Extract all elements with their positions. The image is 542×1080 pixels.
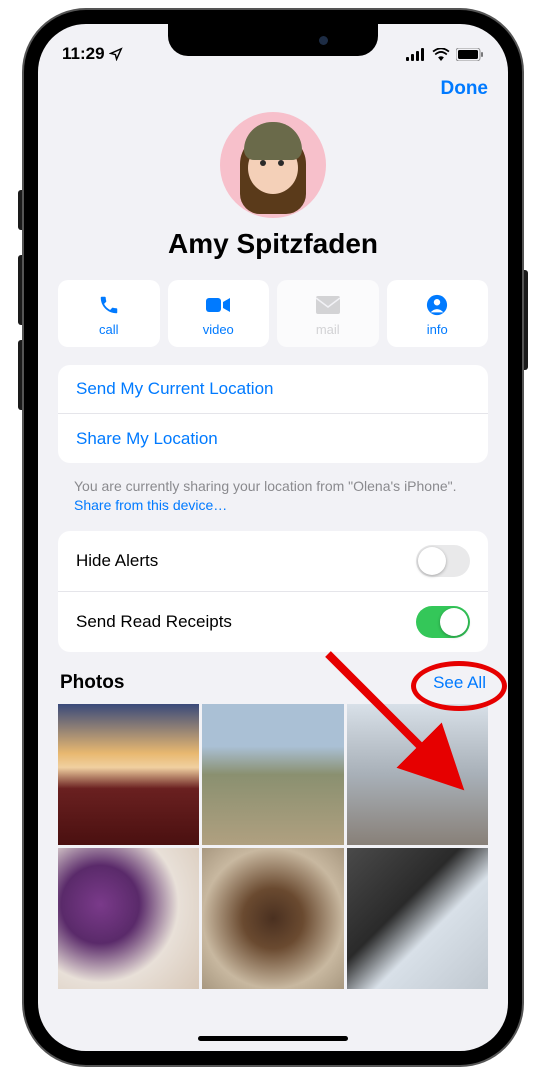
photo-thumb[interactable] (202, 704, 343, 845)
call-button[interactable]: call (58, 280, 160, 347)
hide-alerts-row: Hide Alerts (58, 531, 488, 592)
phone-frame: 11:29 (24, 10, 522, 1065)
contact-header: Amy Spitzfaden (38, 102, 508, 280)
action-row: call video mail info (38, 280, 508, 365)
avatar[interactable] (220, 112, 326, 218)
share-from-device-link[interactable]: Share from this device… (74, 497, 227, 513)
home-indicator[interactable] (198, 1036, 348, 1041)
mail-button: mail (277, 280, 379, 347)
send-current-location-button[interactable]: Send My Current Location (58, 365, 488, 414)
cellular-icon (406, 48, 426, 61)
read-receipts-toggle[interactable] (416, 606, 470, 638)
mail-label: mail (277, 322, 379, 337)
photo-thumb[interactable] (347, 704, 488, 845)
status-time: 11:29 (62, 44, 105, 64)
done-button[interactable]: Done (441, 78, 489, 100)
video-label: video (168, 322, 270, 337)
read-receipts-label: Send Read Receipts (76, 612, 232, 632)
nav-bar: Done (38, 72, 508, 102)
location-footer-note: You are currently sharing your location … (38, 477, 508, 531)
hide-alerts-label: Hide Alerts (76, 551, 158, 571)
info-button[interactable]: info (387, 280, 489, 347)
info-label: info (387, 322, 489, 337)
photos-title: Photos (60, 672, 124, 694)
hide-alerts-toggle[interactable] (416, 545, 470, 577)
phone-icon (58, 292, 160, 318)
location-footer-text: You are currently sharing your location … (74, 478, 457, 494)
screen: 11:29 (38, 24, 508, 1051)
photos-header: Photos See All (38, 666, 508, 704)
settings-group: Hide Alerts Send Read Receipts (58, 531, 488, 652)
call-label: call (58, 322, 160, 337)
envelope-icon (277, 292, 379, 318)
see-all-button[interactable]: See All (433, 673, 486, 693)
notch (168, 24, 378, 56)
person-icon (387, 292, 489, 318)
wifi-icon (432, 48, 450, 61)
contact-name: Amy Spitzfaden (58, 228, 488, 260)
video-button[interactable]: video (168, 280, 270, 347)
photo-thumb[interactable] (58, 848, 199, 989)
photo-thumb[interactable] (58, 704, 199, 845)
photo-thumb[interactable] (202, 848, 343, 989)
battery-icon (456, 48, 484, 61)
location-group: Send My Current Location Share My Locati… (58, 365, 488, 463)
read-receipts-row: Send Read Receipts (58, 592, 488, 652)
video-icon (168, 292, 270, 318)
photo-thumb[interactable] (347, 848, 488, 989)
share-my-location-button[interactable]: Share My Location (58, 414, 488, 463)
photo-grid (38, 704, 508, 990)
location-arrow-icon (109, 47, 123, 61)
